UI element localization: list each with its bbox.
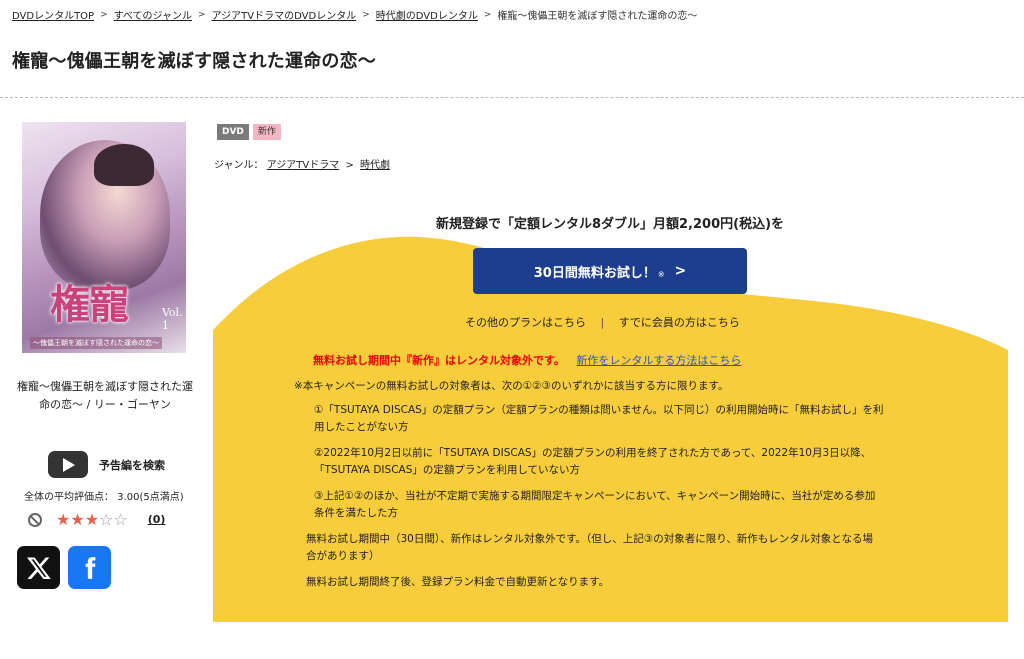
breadcrumb-separator: > — [100, 9, 108, 20]
terms-item-3-line-1: ③上記①②のほか、当社が不定期で実施する期間限定キャンペーンにおいて、キャンペー… — [314, 490, 876, 502]
video-play-icon — [48, 451, 88, 478]
rating-stars: ★★★☆☆ — [56, 510, 128, 529]
breadcrumb-current: 権寵～傀儡王朝を滅ぼす隠された運命の恋～ — [497, 11, 698, 22]
format-tags: DVD 新作 — [217, 124, 281, 140]
breadcrumb-separator: > — [362, 9, 370, 20]
breadcrumb: DVDレンタルTOP > すべてのジャンル > アジアTVドラマのDVDレンタル… — [12, 7, 698, 23]
social-share — [17, 546, 111, 589]
new-release-rental-howto-link[interactable]: 新作をレンタルする方法はこちら — [576, 354, 741, 367]
terms-item-2-line-1: ②2022年10月2日以前に「TSUTAYA DISCAS」の定額プランの利用を… — [314, 447, 872, 459]
trailer-search-button[interactable]: 予告編を検索 — [48, 451, 165, 478]
trailer-search-label: 予告編を検索 — [99, 458, 165, 472]
plan-links: その他のプランはこちら | すでに会員の方はこちら — [465, 314, 740, 330]
product-caption: 権寵～傀儡王朝を滅ぼす隠された運命の恋～ / リー・ゴーヤン — [17, 380, 193, 411]
terms-item-2-line-2: 「TSUTAYA DISCAS」の定額プランを利用していない方 — [314, 464, 581, 476]
cover-artwork-detail — [94, 144, 154, 186]
breadcrumb-period-drama[interactable]: 時代劇のDVDレンタル — [376, 7, 478, 22]
free-trial-note-mark: ※ — [657, 269, 665, 279]
x-logo-icon — [26, 556, 51, 579]
star-filled-icon: ★ — [56, 510, 71, 529]
new-release-badge: 新作 — [252, 124, 281, 140]
member-login-link[interactable]: すでに会員の方はこちら — [619, 316, 740, 329]
breadcrumb-all-genres[interactable]: すべてのジャンル — [114, 7, 192, 22]
product-cover-image[interactable]: 権寵 Vol. 1 ～傀儡王朝を滅ぼす隠された運命の恋～ — [22, 122, 186, 353]
chevron-right-icon: > — [674, 263, 687, 279]
genre-path: ジャンル： アジアTVドラマ > 時代劇 — [214, 156, 390, 171]
terms-item-1-line-1: ①「TSUTAYA DISCAS」の定額プラン（定額プランの種類は問いません。以… — [314, 404, 884, 416]
promo-headline: 新規登録で「定額レンタル8ダブル」月額2,200円(税込)を — [0, 213, 1024, 232]
star-empty-icon: ☆ — [113, 510, 128, 529]
star-filled-icon: ★ — [84, 510, 100, 529]
plan-links-separator: | — [600, 316, 605, 329]
breadcrumb-dvd-rental-top[interactable]: DVDレンタルTOP — [12, 7, 94, 22]
page-title: 権寵～傀儡王朝を滅ぼす隠された運命の恋～ — [12, 51, 376, 72]
terms-note-2: 無料お試し期間終了後、登録プラン料金で自動更新となります。 — [306, 576, 610, 588]
facebook-share-button[interactable] — [68, 546, 111, 589]
average-rating-text: 全体の平均評価点： 3.00(5点満点) — [24, 492, 184, 503]
terms-intro: ※本キャンペーンの無料お試しの対象者は、次の①②③のいずれかに該当する方に限りま… — [294, 380, 729, 392]
genre-link-asian-tv-drama[interactable]: アジアTVドラマ — [267, 160, 340, 171]
terms-note-1-line-1: 無料お試し期間中（30日間）、新作はレンタル対象外です。（但し、上記③の対象者に… — [306, 533, 873, 545]
prohibited-icon — [28, 512, 42, 527]
new-release-notice: 無料お試し期間中『新作』はレンタル対象外です。 新作をレンタルする方法はこちら — [313, 352, 741, 368]
new-release-warning: 無料お試し期間中『新作』はレンタル対象外です。 — [313, 354, 565, 367]
star-empty-icon: ☆ — [99, 510, 114, 529]
free-trial-button[interactable]: 30日間無料お試し！ ※ > — [473, 248, 747, 294]
breadcrumb-separator: > — [483, 9, 492, 20]
cover-title: 権寵 — [50, 281, 129, 328]
x-share-button[interactable] — [17, 546, 60, 589]
free-trial-label: 30日間無料お試し！ — [533, 265, 656, 281]
genre-link-period-drama[interactable]: 時代劇 — [360, 160, 390, 171]
breadcrumb-asian-tv-drama[interactable]: アジアTVドラマのDVDレンタル — [212, 7, 357, 22]
rating-row: ★★★☆☆ (0) — [28, 510, 165, 529]
review-count-link[interactable]: (0) — [148, 513, 166, 526]
promo-headline-text: 新規登録で「定額レンタル8ダブル」月額2,200円(税込)を — [435, 217, 785, 232]
terms-item-3-line-2: 条件を満たした方 — [314, 507, 398, 519]
star-filled-icon: ★ — [70, 510, 85, 529]
breadcrumb-separator: > — [198, 9, 206, 20]
dvd-badge: DVD — [217, 124, 249, 140]
cover-subtitle: ～傀儡王朝を滅ぼす隠された運命の恋～ — [30, 337, 162, 349]
title-divider — [0, 97, 1024, 98]
cover-volume: Vol. 1 — [162, 306, 183, 332]
genre-separator: > — [345, 160, 354, 171]
other-plans-link[interactable]: その他のプランはこちら — [465, 316, 586, 329]
terms-note-1-line-2: 合があります） — [306, 550, 380, 562]
genre-label: ジャンル： — [214, 160, 264, 171]
facebook-logo-icon — [85, 556, 95, 579]
terms-item-1-line-2: 用したことがない方 — [314, 421, 409, 433]
